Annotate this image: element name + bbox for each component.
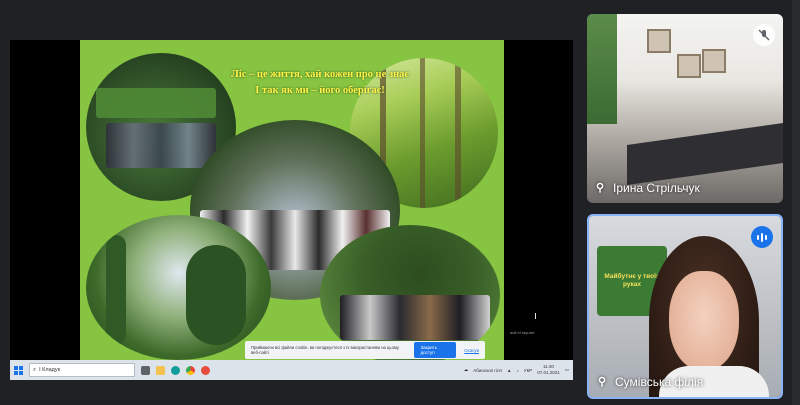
video-wall-frame: [677, 54, 701, 78]
participant-name-bar: ⚲ Ірина Стрільчук: [593, 181, 700, 195]
taskbar-search-text: І Кладук: [39, 367, 60, 373]
video-window-plants: [587, 14, 617, 124]
cookie-text: Приймаючи всі файли cookie, ви погоджуєт…: [251, 345, 399, 355]
chrome-browser-icon[interactable]: [186, 365, 195, 375]
cookie-accept-button[interactable]: Закрить доступ: [414, 342, 457, 358]
photo-students-by-fir: [320, 225, 500, 360]
photo-park-trees: [86, 215, 271, 360]
participant-tile-active[interactable]: Майбутнє у твоїх руках ⚲ Сумівська філія: [587, 214, 783, 399]
taskbar-search-input[interactable]: ⌕ І Кладук: [29, 363, 135, 377]
side-panel-edge: [792, 0, 800, 405]
search-icon: ⌕: [33, 366, 37, 373]
video-person-face: [669, 271, 739, 371]
participant-name-bar: ⚲ Сумівська філія: [595, 375, 703, 389]
windows-taskbar: ⌕ І Кладук ☁ Абиоскоп гілп ▲ ♪ УКР 11:40…: [10, 360, 573, 380]
mouse-cursor-icon: [535, 313, 539, 319]
network-icon[interactable]: ▲: [507, 368, 511, 373]
clock[interactable]: 11:40 07.01.2021: [537, 364, 560, 376]
task-view-icon[interactable]: [141, 365, 150, 375]
system-tray: ☁ Абиоскоп гілп ▲ ♪ УКР 11:40 07.01.2021…: [464, 364, 569, 376]
slide-title: Ліс – це життя, хай кожен про це знає І …: [231, 69, 409, 96]
file-explorer-icon[interactable]: [156, 365, 165, 375]
side-note: aoif ei rayurre: [510, 330, 535, 335]
yandex-browser-icon[interactable]: [201, 365, 210, 375]
pin-icon[interactable]: ⚲: [593, 181, 607, 195]
cookie-close-link[interactable]: Скасув: [464, 348, 479, 353]
presentation-slide: Ліс – це життя, хай кожен про це знає І …: [80, 40, 504, 360]
participant-tile[interactable]: ⚲ Ірина Стрільчук: [587, 14, 783, 203]
notifications-icon[interactable]: ▭: [565, 367, 569, 373]
language-indicator[interactable]: УКР: [524, 368, 532, 373]
clock-date: 07.01.2021: [537, 370, 560, 375]
video-wall-frame: [647, 29, 671, 53]
video-wall-frame: [702, 49, 726, 73]
weather-text: Абиоскоп гілп: [473, 367, 502, 373]
volume-icon[interactable]: ♪: [516, 368, 518, 373]
participant-name: Сумівська філія: [615, 375, 704, 389]
edge-browser-icon[interactable]: [171, 365, 180, 375]
shared-screen: Ліс – це життя, хай кожен про це знає І …: [10, 40, 573, 380]
weather-icon: ☁: [463, 367, 469, 372]
speaking-indicator-icon: [751, 226, 773, 248]
pin-icon[interactable]: ⚲: [595, 375, 609, 389]
muted-mic-icon[interactable]: [753, 24, 775, 46]
windows-start-icon[interactable]: [14, 365, 23, 375]
participant-name: Ірина Стрільчук: [613, 181, 700, 195]
cookie-banner: Приймаючи всі файли cookie, ви погоджуєт…: [245, 341, 485, 359]
